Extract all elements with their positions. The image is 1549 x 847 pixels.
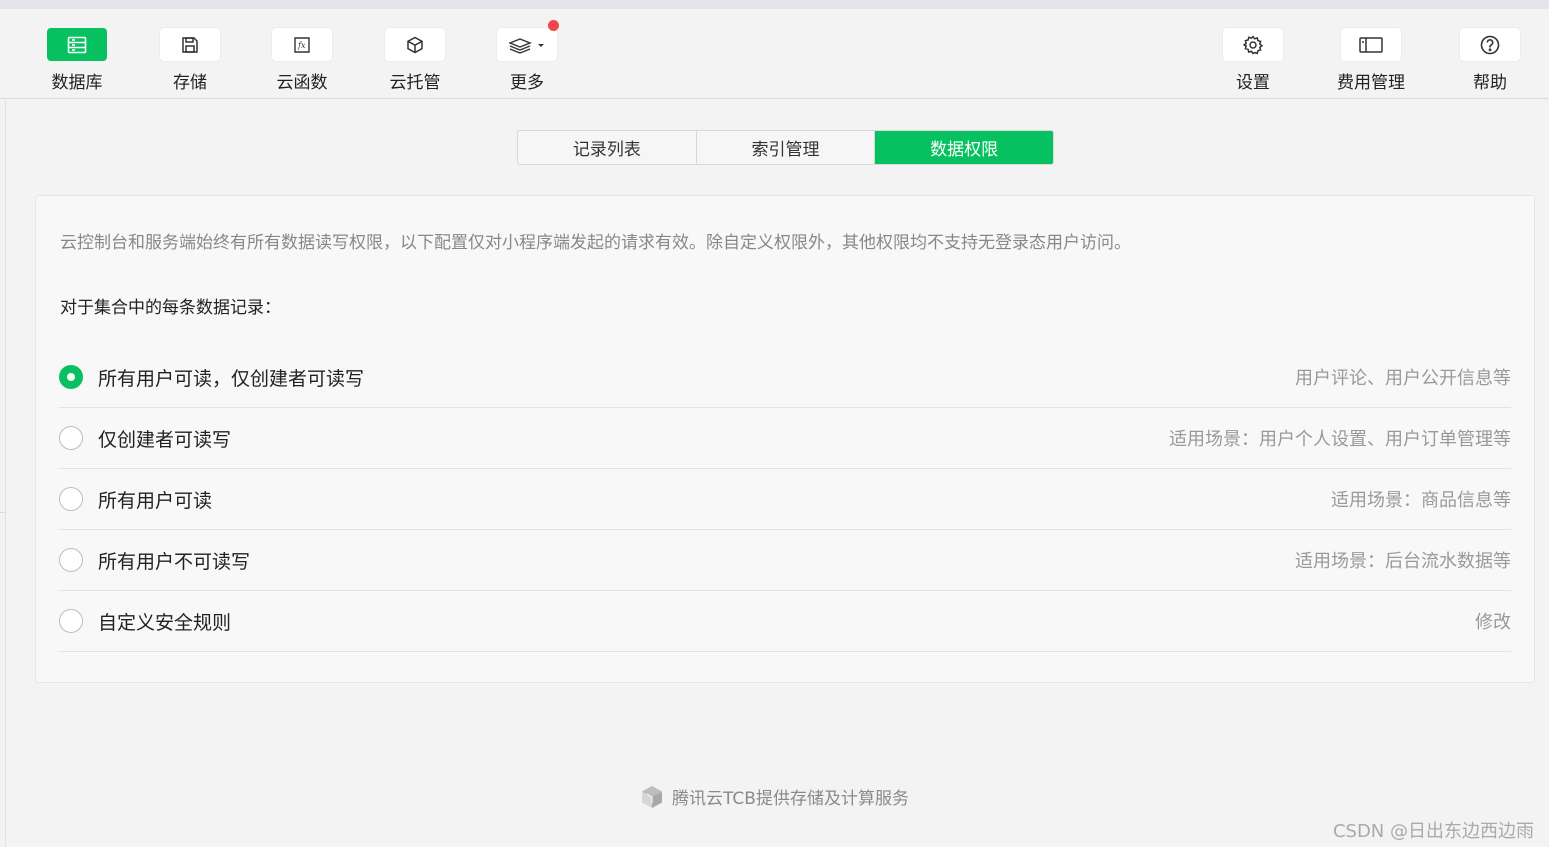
- help-icon: [1480, 35, 1500, 54]
- notification-badge: [548, 20, 559, 31]
- toolbar-more[interactable]: 更多: [482, 20, 572, 93]
- storage-button[interactable]: [160, 28, 220, 61]
- option-hint: 适用场景：商品信息等: [1331, 490, 1511, 511]
- tab-record-list[interactable]: 记录列表: [518, 131, 697, 164]
- cube-icon: [407, 36, 423, 53]
- save-icon: [182, 36, 198, 53]
- hosting-button[interactable]: [385, 28, 445, 61]
- radio-unchecked[interactable]: [59, 487, 83, 511]
- toolbar-hosting[interactable]: 云托管: [370, 28, 460, 93]
- permissions-panel: 云控制台和服务端始终有所有数据读写权限，以下配置仅对小程序端发起的请求有效。除自…: [35, 195, 1535, 683]
- help-button[interactable]: [1460, 28, 1520, 61]
- tab-data-permissions[interactable]: 数据权限: [875, 131, 1053, 164]
- wallet-icon: [1359, 36, 1383, 53]
- option-hint: 适用场景：后台流水数据等: [1295, 551, 1511, 572]
- tencent-cloud-icon: [642, 785, 663, 808]
- functions-button[interactable]: fx: [272, 28, 332, 61]
- permission-option-public-read[interactable]: 所有用户可读，仅创建者可读写 用户评论、用户公开信息等: [59, 347, 1511, 408]
- layers-icon: [509, 37, 544, 54]
- permissions-notice: 云控制台和服务端始终有所有数据读写权限，以下配置仅对小程序端发起的请求有效。除自…: [60, 233, 1131, 253]
- radio-checked[interactable]: [59, 365, 83, 389]
- database-icon: [67, 36, 87, 53]
- hosting-label: 云托管: [389, 73, 441, 93]
- permission-option-all-read[interactable]: 所有用户可读 适用场景：商品信息等: [59, 469, 1511, 530]
- modify-link[interactable]: 修改: [1475, 608, 1511, 634]
- help-label: 帮助: [1473, 73, 1507, 93]
- radio-unchecked[interactable]: [59, 548, 83, 572]
- option-label: 所有用户不可读写: [98, 550, 251, 573]
- left-divider-tick: [0, 512, 5, 513]
- permissions-intro: 对于集合中的每条数据记录：: [60, 298, 281, 318]
- option-label: 所有用户可读: [98, 489, 213, 512]
- radio-unchecked[interactable]: [59, 426, 83, 450]
- permission-option-creator-only[interactable]: 仅创建者可读写 适用场景：用户个人设置、用户订单管理等: [59, 408, 1511, 469]
- gear-icon: [1243, 34, 1263, 54]
- option-label: 仅创建者可读写: [98, 428, 232, 451]
- toolbar-billing[interactable]: 费用管理: [1326, 28, 1416, 93]
- settings-label: 设置: [1236, 73, 1270, 93]
- option-hint: 用户评论、用户公开信息等: [1295, 368, 1511, 389]
- permission-option-none[interactable]: 所有用户不可读写 适用场景：后台流水数据等: [59, 530, 1511, 591]
- functions-label: 云函数: [276, 73, 328, 93]
- toolbar-help[interactable]: 帮助: [1445, 28, 1535, 93]
- database-button[interactable]: [47, 28, 107, 61]
- footer-text: 腾讯云TCB提供存储及计算服务: [672, 789, 909, 809]
- tab-index-management[interactable]: 索引管理: [697, 131, 876, 164]
- permission-option-custom[interactable]: 自定义安全规则 修改: [59, 591, 1511, 652]
- settings-button[interactable]: [1223, 28, 1283, 61]
- toolbar-storage[interactable]: 存储: [145, 28, 235, 93]
- toolbar-functions[interactable]: fx 云函数: [257, 28, 347, 93]
- billing-label: 费用管理: [1337, 73, 1405, 93]
- toolbar-database[interactable]: 数据库: [32, 28, 122, 93]
- billing-button[interactable]: [1341, 28, 1401, 61]
- database-label: 数据库: [51, 73, 103, 93]
- svg-text:fx: fx: [297, 41, 306, 50]
- option-label: 所有用户可读，仅创建者可读写: [98, 367, 365, 390]
- permission-options: 所有用户可读，仅创建者可读写 用户评论、用户公开信息等 仅创建者可读写 适用场景…: [59, 347, 1511, 652]
- tab-bar: 记录列表 索引管理 数据权限: [517, 130, 1054, 165]
- window-top-strip: [0, 0, 1549, 9]
- radio-unchecked[interactable]: [59, 609, 83, 633]
- footer: 腾讯云TCB提供存储及计算服务: [0, 784, 1549, 809]
- toolbar-settings[interactable]: 设置: [1208, 28, 1298, 93]
- storage-label: 存储: [173, 73, 207, 93]
- more-button[interactable]: [497, 20, 559, 61]
- more-label: 更多: [510, 73, 544, 93]
- option-label: 自定义安全规则: [98, 611, 232, 634]
- toolbar: 数据库 存储 fx 云函数 云托管 更多 设置 费用管理 帮助: [0, 9, 1549, 99]
- left-divider: [5, 100, 6, 847]
- option-hint: 适用场景：用户个人设置、用户订单管理等: [1169, 429, 1511, 450]
- watermark: CSDN @日出东边西边雨: [1332, 821, 1534, 842]
- function-icon: fx: [294, 36, 310, 53]
